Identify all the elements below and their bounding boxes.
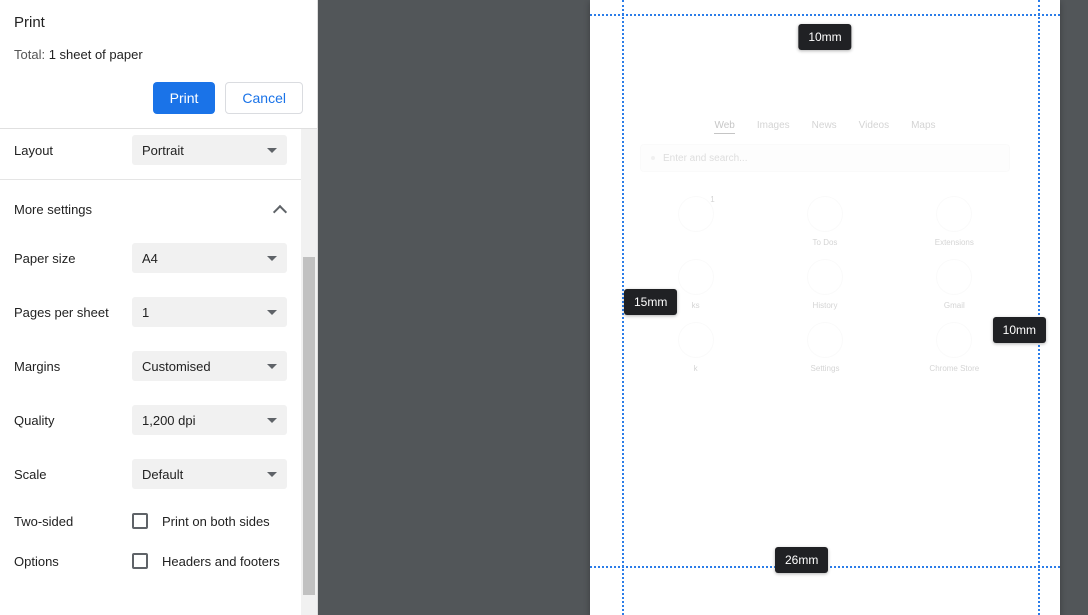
tile: History bbox=[765, 259, 884, 310]
two-sided-row: Two-sided Print on both sides bbox=[0, 501, 301, 541]
tab-news: News bbox=[812, 120, 837, 134]
more-settings-label: More settings bbox=[14, 202, 92, 217]
layout-select[interactable]: Portrait bbox=[132, 135, 287, 165]
chevron-down-icon bbox=[267, 472, 277, 477]
chevron-down-icon bbox=[267, 364, 277, 369]
quality-label: Quality bbox=[14, 413, 132, 428]
circle-icon bbox=[807, 196, 843, 232]
circle-icon bbox=[936, 322, 972, 358]
scale-label: Scale bbox=[14, 467, 132, 482]
pages-per-sheet-value: 1 bbox=[142, 305, 149, 320]
layout-row: Layout Portrait bbox=[0, 129, 301, 175]
scale-value: Default bbox=[142, 467, 183, 482]
two-sided-text: Print on both sides bbox=[162, 514, 270, 529]
scrollbar-track[interactable] bbox=[301, 129, 317, 615]
circle-icon bbox=[678, 259, 714, 295]
two-sided-label: Two-sided bbox=[14, 514, 132, 529]
circle-icon bbox=[807, 259, 843, 295]
page-content: Web Images News Videos Maps Enter and se… bbox=[630, 120, 1020, 373]
paper-size-label: Paper size bbox=[14, 251, 132, 266]
search-dot-icon bbox=[651, 156, 655, 160]
quality-row: Quality 1,200 dpi bbox=[0, 393, 301, 447]
preview-tiles: 1 To Dos Extensions ks History Gmail k S… bbox=[630, 196, 1020, 373]
circle-icon bbox=[936, 196, 972, 232]
tile-label: History bbox=[813, 301, 838, 310]
layout-value: Portrait bbox=[142, 143, 184, 158]
margin-guide-top[interactable] bbox=[590, 14, 1060, 16]
tile-label: Extensions bbox=[935, 238, 974, 247]
tile-label: Chrome Store bbox=[929, 364, 979, 373]
circle-icon bbox=[936, 259, 972, 295]
print-sidebar: Print Total: 1 sheet of paper Print Canc… bbox=[0, 0, 318, 615]
tile: k bbox=[636, 322, 755, 373]
tile-label: Gmail bbox=[944, 301, 965, 310]
chevron-down-icon bbox=[267, 418, 277, 423]
total-prefix: Total: bbox=[14, 47, 49, 62]
tile-label: Settings bbox=[811, 364, 840, 373]
total-value: 1 sheet of paper bbox=[49, 47, 143, 62]
preview-area: 10mm 15mm 10mm 26mm Web Images News Vide… bbox=[318, 0, 1088, 615]
paper-size-row: Paper size A4 bbox=[0, 231, 301, 285]
headers-footers-checkbox[interactable] bbox=[132, 553, 148, 569]
layout-label: Layout bbox=[14, 143, 132, 158]
circle-icon bbox=[807, 322, 843, 358]
pages-per-sheet-label: Pages per sheet bbox=[14, 305, 132, 320]
sidebar-header: Print Total: 1 sheet of paper bbox=[0, 0, 317, 76]
tile: Extensions bbox=[895, 196, 1014, 247]
tile-label: k bbox=[694, 364, 698, 373]
margin-label-bottom[interactable]: 26mm bbox=[775, 547, 828, 573]
headers-footers-text: Headers and footers bbox=[162, 554, 280, 569]
print-button[interactable]: Print bbox=[153, 82, 216, 114]
margin-guide-right[interactable] bbox=[1038, 0, 1040, 615]
chevron-down-icon bbox=[267, 148, 277, 153]
options-row: Options Headers and footers bbox=[0, 541, 301, 581]
margins-value: Customised bbox=[142, 359, 211, 374]
tile: ks bbox=[636, 259, 755, 310]
margins-row: Margins Customised bbox=[0, 339, 301, 393]
margins-select[interactable]: Customised bbox=[132, 351, 287, 381]
tile: Chrome Store bbox=[895, 322, 1014, 373]
action-buttons: Print Cancel bbox=[0, 76, 317, 128]
chevron-down-icon bbox=[267, 310, 277, 315]
tab-maps: Maps bbox=[911, 120, 935, 134]
chevron-up-icon bbox=[273, 204, 287, 218]
dialog-title: Print bbox=[14, 14, 303, 31]
settings-panel: Layout Portrait More settings Paper size… bbox=[0, 128, 317, 615]
tab-images: Images bbox=[757, 120, 790, 134]
preview-searchbox: Enter and search... bbox=[640, 144, 1010, 172]
pages-per-sheet-select[interactable]: 1 bbox=[132, 297, 287, 327]
margin-label-top[interactable]: 10mm bbox=[798, 24, 851, 50]
tab-web: Web bbox=[714, 120, 734, 134]
search-placeholder: Enter and search... bbox=[663, 153, 748, 164]
preview-tabs: Web Images News Videos Maps bbox=[630, 120, 1020, 134]
chevron-down-icon bbox=[267, 256, 277, 261]
paper-size-select[interactable]: A4 bbox=[132, 243, 287, 273]
paper-size-value: A4 bbox=[142, 251, 158, 266]
scale-row: Scale Default bbox=[0, 447, 301, 501]
two-sided-checkbox[interactable] bbox=[132, 513, 148, 529]
more-settings-toggle[interactable]: More settings bbox=[0, 188, 301, 231]
tile: Settings bbox=[765, 322, 884, 373]
tile: 1 bbox=[636, 196, 755, 247]
badge: 1 bbox=[710, 195, 714, 204]
tile-label: To Dos bbox=[813, 238, 838, 247]
page-preview[interactable]: 10mm 15mm 10mm 26mm Web Images News Vide… bbox=[590, 0, 1060, 615]
scrollbar-thumb[interactable] bbox=[303, 257, 315, 595]
separator bbox=[0, 179, 301, 180]
tile-label: ks bbox=[692, 301, 700, 310]
pages-per-sheet-row: Pages per sheet 1 bbox=[0, 285, 301, 339]
tile: Gmail bbox=[895, 259, 1014, 310]
circle-icon bbox=[678, 322, 714, 358]
scale-select[interactable]: Default bbox=[132, 459, 287, 489]
options-label: Options bbox=[14, 554, 132, 569]
circle-icon: 1 bbox=[678, 196, 714, 232]
tab-videos: Videos bbox=[859, 120, 889, 134]
quality-value: 1,200 dpi bbox=[142, 413, 196, 428]
quality-select[interactable]: 1,200 dpi bbox=[132, 405, 287, 435]
total-sheets: Total: 1 sheet of paper bbox=[14, 47, 303, 62]
cancel-button[interactable]: Cancel bbox=[225, 82, 303, 114]
margins-label: Margins bbox=[14, 359, 132, 374]
tile: To Dos bbox=[765, 196, 884, 247]
